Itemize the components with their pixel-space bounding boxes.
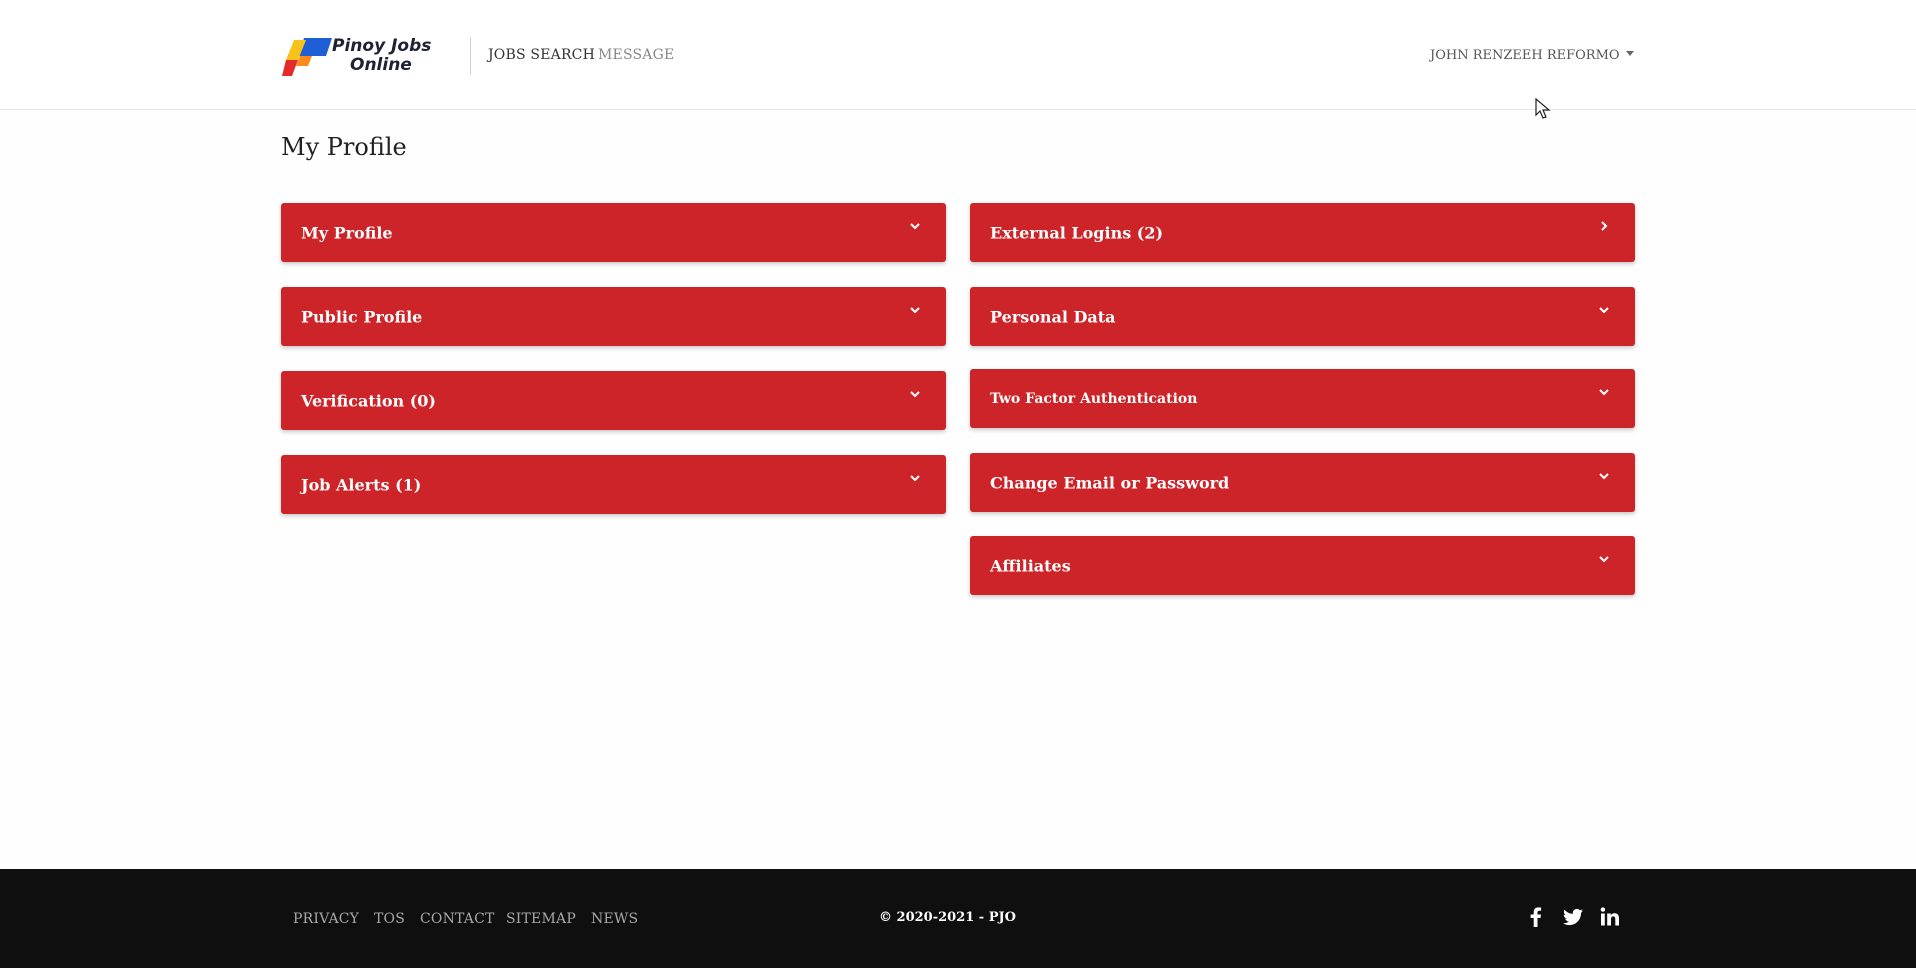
panel-label: My Profile <box>301 223 393 242</box>
panel-external-logins[interactable]: External Logins (2) <box>970 203 1635 262</box>
user-menu-dropdown[interactable]: JOHN RENZEEH REFORMO <box>1430 48 1634 63</box>
panel-label: Job Alerts (1) <box>301 475 422 494</box>
pinoy-jobs-logo-icon <box>282 38 332 76</box>
nav-message[interactable]: MESSAGE <box>598 47 674 63</box>
logo-text-line2: Online <box>350 55 412 75</box>
panel-affiliates[interactable]: Affiliates <box>970 536 1635 595</box>
panel-job-alerts[interactable]: Job Alerts (1) <box>281 455 946 514</box>
linkedin-icon[interactable] <box>1598 905 1622 929</box>
panel-label: Change Email or Password <box>990 473 1230 492</box>
chevron-down-icon <box>910 307 920 314</box>
facebook-icon[interactable] <box>1524 905 1548 929</box>
top-navbar: Pinoy Jobs Online JOBS SEARCH MESSAGE JO… <box>0 0 1916 110</box>
chevron-down-icon <box>1599 389 1609 396</box>
nav-divider <box>470 37 471 75</box>
copyright-text: © 2020-2021 - PJO <box>879 910 1016 925</box>
panel-label: Affiliates <box>990 556 1071 575</box>
panel-label: External Logins (2) <box>990 223 1164 242</box>
panel-label: Verification (0) <box>301 391 436 410</box>
chevron-down-icon <box>910 475 920 482</box>
footer-link-tos[interactable]: TOS <box>374 911 405 927</box>
chevron-down-icon <box>1599 556 1609 563</box>
caret-down-icon <box>1625 51 1634 56</box>
footer: PRIVACY TOS CONTACT SITEMAP NEWS © 2020-… <box>0 869 1916 968</box>
site-logo[interactable]: Pinoy Jobs Online <box>282 34 432 80</box>
nav-jobs-search[interactable]: JOBS SEARCH <box>488 47 595 63</box>
chevron-down-icon <box>1599 307 1609 314</box>
user-name: JOHN RENZEEH REFORMO <box>1430 48 1620 63</box>
panel-personal-data[interactable]: Personal Data <box>970 287 1635 346</box>
logo-text-line1: Pinoy Jobs <box>332 36 432 56</box>
twitter-icon[interactable] <box>1561 905 1585 929</box>
panel-label: Two Factor Authentication <box>990 390 1198 407</box>
footer-link-contact[interactable]: CONTACT <box>420 911 495 927</box>
panel-change-email-password[interactable]: Change Email or Password <box>970 453 1635 512</box>
panel-label: Personal Data <box>990 307 1116 326</box>
chevron-right-icon <box>1601 221 1608 231</box>
chevron-down-icon <box>910 223 920 230</box>
panel-public-profile[interactable]: Public Profile <box>281 287 946 346</box>
panel-my-profile[interactable]: My Profile <box>281 203 946 262</box>
footer-link-sitemap[interactable]: SITEMAP <box>506 911 576 927</box>
chevron-down-icon <box>1599 473 1609 480</box>
panel-two-factor-authentication[interactable]: Two Factor Authentication <box>970 369 1635 428</box>
footer-link-news[interactable]: NEWS <box>591 911 638 927</box>
logo-text: Pinoy Jobs Online <box>332 37 431 75</box>
footer-link-privacy[interactable]: PRIVACY <box>293 911 359 927</box>
panel-verification[interactable]: Verification (0) <box>281 371 946 430</box>
chevron-down-icon <box>910 391 920 398</box>
panel-label: Public Profile <box>301 307 423 326</box>
mouse-pointer-icon <box>1535 98 1551 119</box>
page-title: My Profile <box>281 133 407 161</box>
